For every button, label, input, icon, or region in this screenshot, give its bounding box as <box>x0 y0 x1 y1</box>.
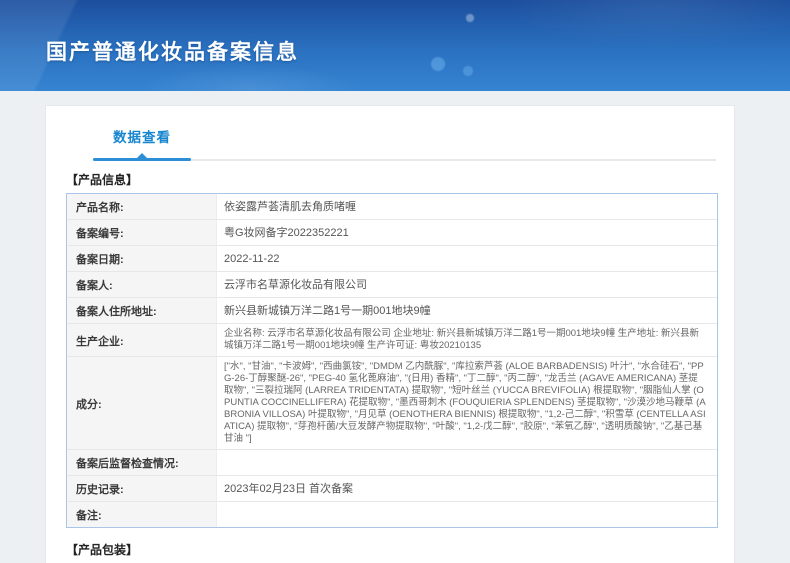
row-value: 新兴县新城镇万洋二路1号一期001地块9幢 <box>217 300 717 322</box>
row-value: 云浮市名草源化妆品有限公司 <box>217 274 717 296</box>
row-label: 备案人: <box>67 272 217 297</box>
row-label: 历史记录: <box>67 476 217 501</box>
table-row: 备案人住所地址:新兴县新城镇万洋二路1号一期001地块9幢 <box>67 298 717 324</box>
table-row: 备注: <box>67 502 717 527</box>
row-label: 产品名称: <box>67 194 217 219</box>
content-card: 数据查看 【产品信息】 产品名称:依姿露芦荟清肌去角质啫喱备案编号:粤G妆网备字… <box>45 105 735 563</box>
section-product-info-heading: 【产品信息】 <box>66 171 716 188</box>
table-row: 备案人:云浮市名草源化妆品有限公司 <box>67 272 717 298</box>
row-label: 备案编号: <box>67 220 217 245</box>
row-label: 备案人住所地址: <box>67 298 217 323</box>
tab-data-view[interactable]: 数据查看 <box>93 121 191 161</box>
row-label: 备案日期: <box>67 246 217 271</box>
row-value: 企业名称: 云浮市名草源化妆品有限公司 企业地址: 新兴县新城镇万洋二路1号一期… <box>217 324 717 356</box>
row-label: 备注: <box>67 502 217 527</box>
tab-active-underline <box>93 158 191 161</box>
product-info-table: 产品名称:依姿露芦荟清肌去角质啫喱备案编号:粤G妆网备字2022352221备案… <box>66 193 718 528</box>
table-row: 备案编号:粤G妆网备字2022352221 <box>67 220 717 246</box>
table-row: 生产企业:企业名称: 云浮市名草源化妆品有限公司 企业地址: 新兴县新城镇万洋二… <box>67 324 717 357</box>
table-row: 产品名称:依姿露芦荟清肌去角质啫喱 <box>67 194 717 220</box>
section-packaging-heading: 【产品包装】 <box>66 541 716 558</box>
row-value: ["水", "甘油", "卡波姆", "西曲氯铵", "DMDM 乙内酰脲", … <box>217 357 717 449</box>
table-row: 备案日期:2022-11-22 <box>67 246 717 272</box>
row-value <box>217 511 717 519</box>
page-header: 国产普通化妆品备案信息 <box>0 0 790 91</box>
row-value <box>217 459 717 467</box>
tab-bar: 数据查看 <box>93 121 716 161</box>
table-row: 备案后监督检查情况: <box>67 450 717 476</box>
table-row: 历史记录:2023年02月23日 首次备案 <box>67 476 717 502</box>
row-label: 生产企业: <box>67 324 217 356</box>
tab-data-view-label: 数据查看 <box>93 121 191 146</box>
row-label: 备案后监督检查情况: <box>67 450 217 475</box>
row-value: 2022-11-22 <box>217 248 717 270</box>
page-title: 国产普通化妆品备案信息 <box>46 36 299 66</box>
row-value: 依姿露芦荟清肌去角质啫喱 <box>217 196 717 218</box>
row-value: 粤G妆网备字2022352221 <box>217 222 717 244</box>
row-value: 2023年02月23日 首次备案 <box>217 478 717 500</box>
table-row: 成分:["水", "甘油", "卡波姆", "西曲氯铵", "DMDM 乙内酰脲… <box>67 357 717 450</box>
row-label: 成分: <box>67 357 217 449</box>
